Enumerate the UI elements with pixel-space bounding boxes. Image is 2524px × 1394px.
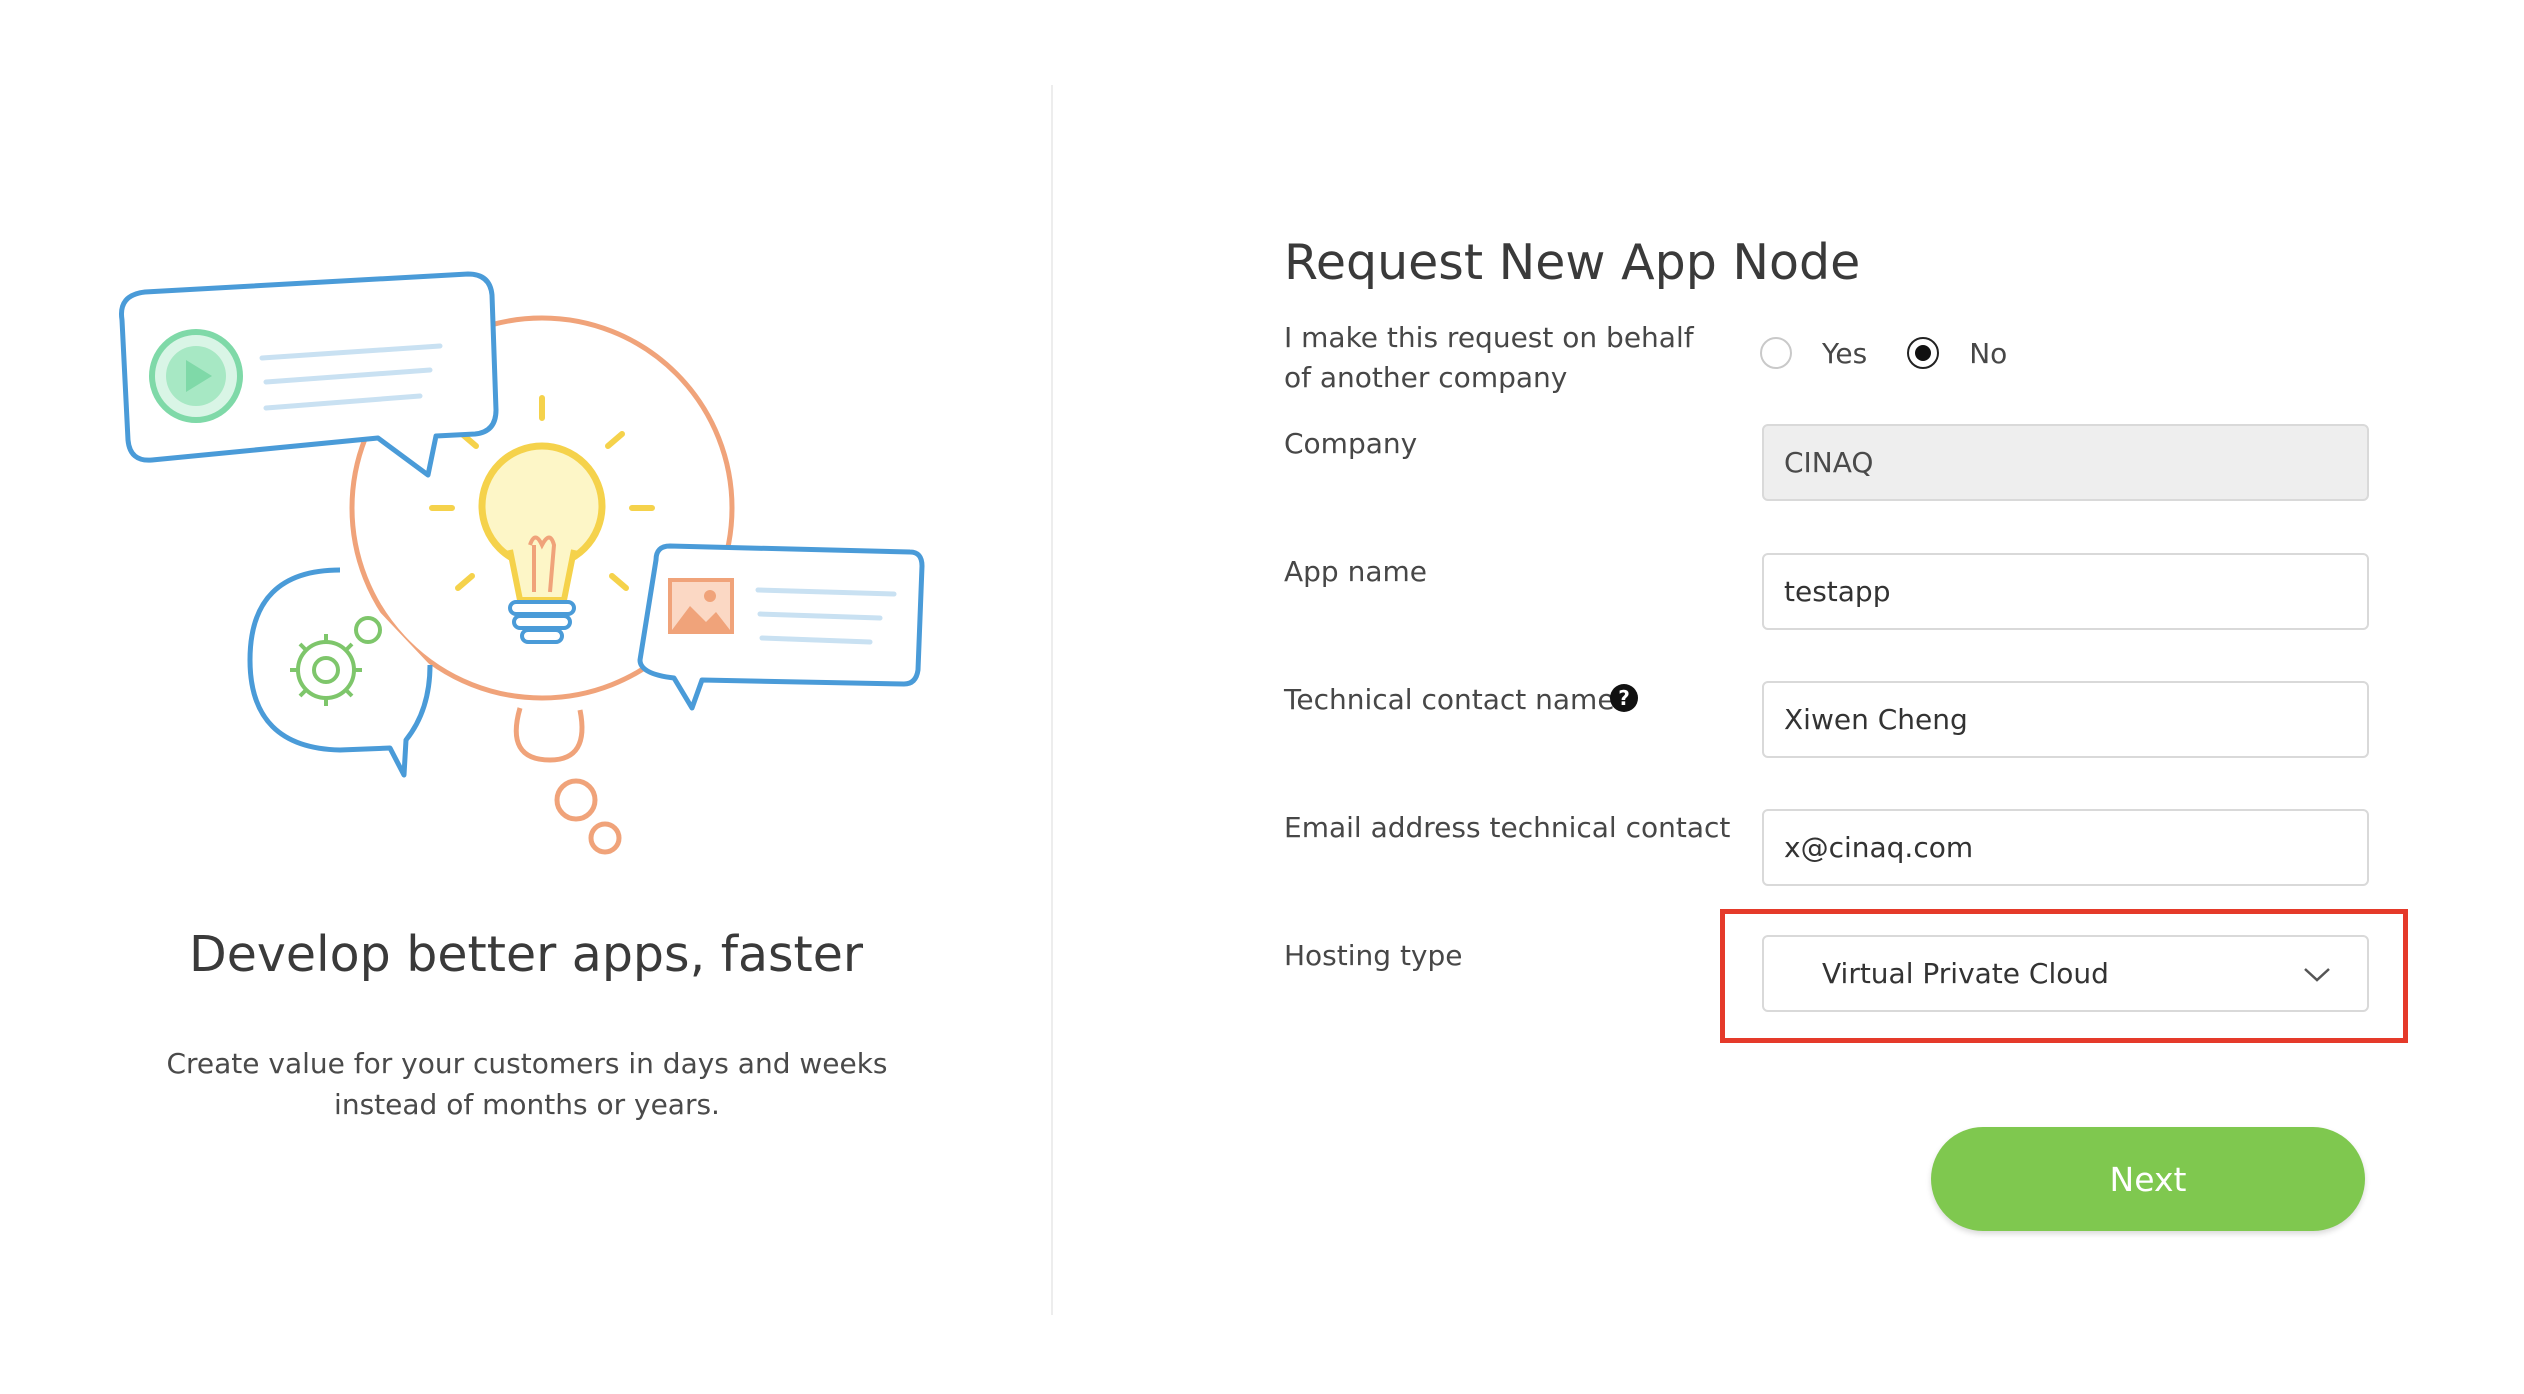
radio-no[interactable] bbox=[1907, 337, 1940, 369]
company-field bbox=[1762, 424, 2369, 501]
form-title: Request New App Node bbox=[1284, 233, 1861, 291]
chevron-down-icon bbox=[2304, 968, 2330, 982]
hosting-type-label: Hosting type bbox=[1284, 939, 1463, 972]
hosting-type-value: Virtual Private Cloud bbox=[1822, 957, 2109, 990]
app-name-label: App name bbox=[1284, 555, 1428, 588]
lightbulb-illustration bbox=[118, 271, 925, 855]
question-circle-icon[interactable]: ? bbox=[1610, 684, 1638, 712]
behalf-radio-group: Yes No bbox=[1760, 333, 2047, 373]
next-button[interactable]: Next bbox=[1931, 1127, 2365, 1231]
tech-contact-label: Technical contact name bbox=[1284, 683, 1615, 716]
radio-no-label: No bbox=[1969, 336, 2008, 370]
radio-option-no[interactable]: No bbox=[1907, 337, 2007, 370]
email-input[interactable] bbox=[1762, 809, 2369, 886]
tech-contact-input[interactable] bbox=[1762, 681, 2369, 758]
promo-description: Create value for your customers in days … bbox=[166, 1047, 888, 1121]
image-icon bbox=[668, 578, 734, 634]
radio-yes[interactable] bbox=[1760, 337, 1792, 369]
behalf-label: I make this request on behalf of another… bbox=[1284, 321, 1694, 394]
promo-title: Develop better apps, faster bbox=[188, 925, 864, 983]
promo-panel: Develop better apps, faster Create value… bbox=[0, 0, 1052, 1394]
app-name-input[interactable] bbox=[1762, 553, 2369, 630]
radio-option-yes[interactable]: Yes bbox=[1760, 337, 1867, 370]
radio-yes-label: Yes bbox=[1822, 336, 1868, 370]
hosting-type-select[interactable]: Virtual Private Cloud bbox=[1762, 935, 2369, 1012]
company-label: Company bbox=[1284, 427, 1418, 460]
request-app-node-page: Develop better apps, faster Create value… bbox=[0, 0, 2524, 1394]
email-label: Email address technical contact bbox=[1284, 811, 1731, 844]
play-icon bbox=[149, 329, 243, 423]
panel-divider bbox=[1051, 85, 1053, 1315]
